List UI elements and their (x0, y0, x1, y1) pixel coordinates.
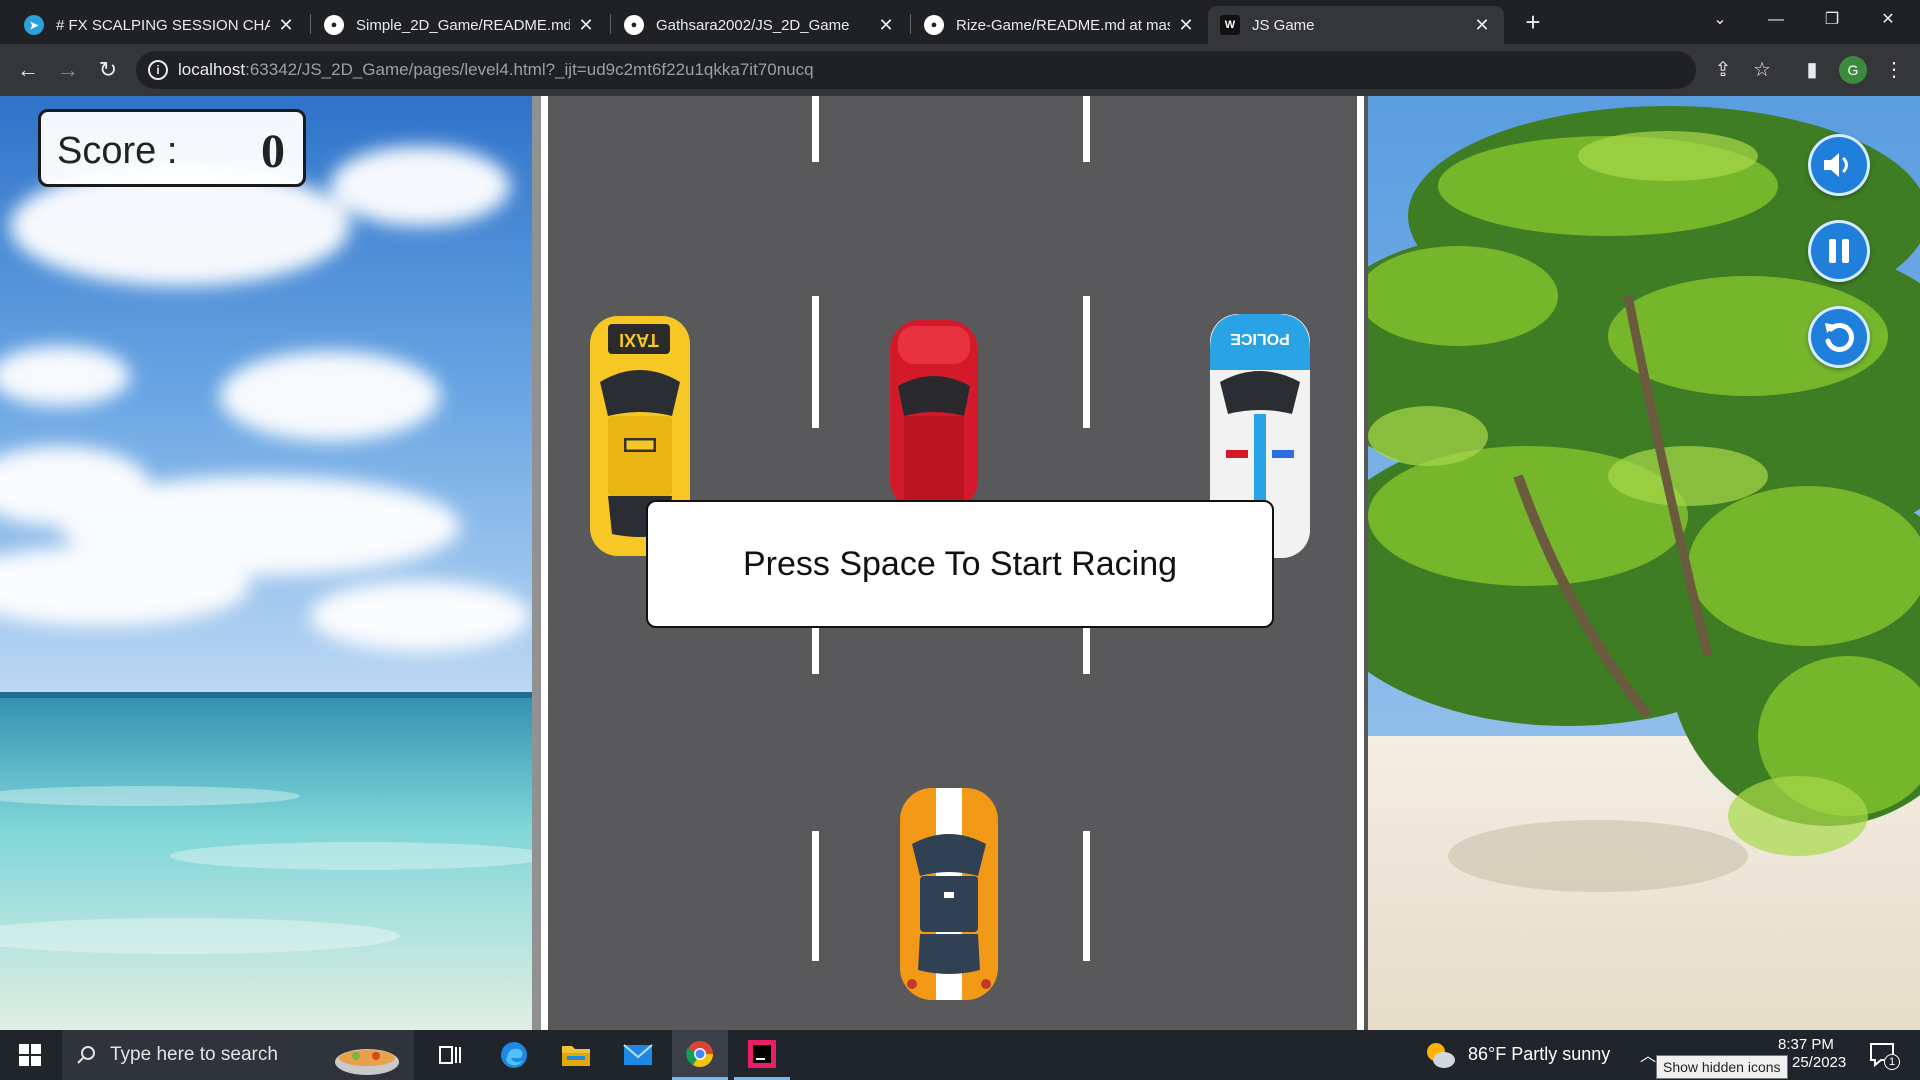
side-panel-icon[interactable]: ▮ (1798, 56, 1826, 84)
score-panel: Score : 0 (38, 109, 306, 187)
tab-title: Rize-Game/README.md at mast (956, 16, 1170, 34)
back-button[interactable]: ← (14, 56, 42, 84)
clock-time: 8:37 PM (1778, 1036, 1834, 1053)
game-viewport: TAXI POLICE Score: 0 Press Space To Sta… (0, 96, 1920, 1030)
pause-icon (1829, 239, 1849, 263)
red-car (890, 320, 978, 510)
mail-button[interactable] (610, 1030, 666, 1080)
bookmark-star-icon[interactable]: ☆ (1748, 56, 1776, 84)
screen: ➤ # FX SCALPING SESSION CHAT ✕ ● Simple_… (0, 0, 1920, 1080)
score-label: Score : (57, 130, 178, 172)
tab-title: Simple_2D_Game/README.md a (356, 16, 570, 34)
restart-button[interactable] (1808, 306, 1870, 368)
new-tab-button[interactable]: + (1519, 8, 1547, 36)
edge-icon (501, 1042, 527, 1068)
beach-left-background (0, 96, 532, 1030)
chrome-taskbar-button[interactable] (672, 1030, 728, 1080)
browser-tabstrip: ➤ # FX SCALPING SESSION CHAT ✕ ● Simple_… (0, 0, 1920, 44)
webstorm-taskbar-button[interactable] (734, 1030, 790, 1080)
tab-js-game[interactable]: W JS Game ✕ (1208, 6, 1504, 44)
close-tab-icon[interactable]: ✕ (276, 15, 296, 36)
notification-badge: 1 (1884, 1054, 1900, 1070)
mail-icon (623, 1044, 653, 1065)
start-message: Press Space To Start Racing (646, 500, 1274, 628)
github-icon: ● (324, 15, 344, 35)
notification-center-button[interactable]: 1 (1868, 1040, 1900, 1070)
taxi-label: TAXI (619, 330, 659, 350)
url-path: :63342/JS_2D_Game/pages/level4.html?_ijt… (245, 60, 814, 79)
close-tab-icon[interactable]: ✕ (1176, 15, 1196, 36)
github-icon: ● (624, 15, 644, 35)
tab-rize-game[interactable]: ● Rize-Game/README.md at mast ✕ (912, 6, 1208, 44)
weather-icon (1427, 1043, 1455, 1068)
volume-icon (1824, 153, 1848, 177)
close-tab-icon[interactable]: ✕ (876, 15, 896, 36)
tab-title: # FX SCALPING SESSION CHAT (56, 16, 270, 34)
start-button[interactable] (2, 1030, 58, 1080)
task-view-button[interactable] (422, 1030, 478, 1080)
minimize-button[interactable]: — (1748, 0, 1804, 40)
chevron-up-icon[interactable]: ︿ (1640, 1042, 1656, 1066)
tab-fx-scalping[interactable]: ➤ # FX SCALPING SESSION CHAT ✕ (12, 6, 308, 44)
browser-toolbar: ← → ↻ i localhost:63342/JS_2D_Game/pages… (0, 44, 1920, 96)
taskbar: Type here to search 86°F Partly sunny ︿ … (0, 1030, 1920, 1080)
github-icon: ● (924, 15, 944, 35)
tab-simple-2d-game[interactable]: ● Simple_2D_Game/README.md a ✕ (312, 6, 608, 44)
close-window-button[interactable]: ✕ (1860, 0, 1916, 40)
webstorm-icon: W (1220, 15, 1240, 35)
search-highlight-icon (335, 1049, 399, 1075)
edge-taskbar-button[interactable] (486, 1030, 542, 1080)
file-explorer-button[interactable] (548, 1030, 604, 1080)
tab-js-2d-game-repo[interactable]: ● Gathsara2002/JS_2D_Game ✕ (612, 6, 908, 44)
task-view-icon (439, 1046, 461, 1064)
tab-search-icon[interactable]: ⌄ (1692, 0, 1748, 40)
tab-title: Gathsara2002/JS_2D_Game (656, 16, 850, 34)
profile-avatar[interactable]: G (1839, 56, 1867, 84)
telegram-icon: ➤ (24, 15, 44, 35)
restore-button[interactable]: ❐ (1804, 0, 1860, 40)
search-placeholder: Type here to search (110, 1044, 278, 1065)
close-tab-icon[interactable]: ✕ (576, 15, 596, 36)
hidden-icons-tooltip: Show hidden icons (1656, 1055, 1788, 1079)
site-info-icon[interactable]: i (148, 60, 168, 80)
close-tab-icon[interactable]: ✕ (1472, 15, 1492, 36)
weather-text[interactable]: 86°F Partly sunny (1468, 1044, 1610, 1065)
system-clock[interactable]: 8:37 PM (1778, 1034, 1834, 1055)
tab-separator (910, 14, 911, 34)
url-host: localhost (178, 60, 246, 79)
player-car (900, 788, 998, 1000)
search-icon (77, 1046, 95, 1064)
volume-button[interactable] (1808, 134, 1870, 196)
taskbar-search[interactable]: Type here to search (62, 1030, 414, 1080)
police-label: POLICE (1230, 330, 1290, 347)
folder-icon (562, 1046, 590, 1066)
forward-button[interactable]: → (54, 56, 82, 84)
tab-separator (610, 14, 611, 34)
clock-date: 25/2023 (1792, 1054, 1847, 1071)
webstorm-icon (748, 1039, 776, 1068)
tab-separator (310, 14, 311, 34)
tab-title: JS Game (1252, 16, 1315, 34)
url-text: localhost:63342/JS_2D_Game/pages/level4.… (178, 60, 814, 80)
share-icon[interactable]: ⇪ (1709, 56, 1737, 84)
pause-button[interactable] (1808, 220, 1870, 282)
address-bar[interactable]: i localhost:63342/JS_2D_Game/pages/level… (136, 51, 1696, 89)
reload-button[interactable]: ↻ (94, 56, 122, 84)
score-value: 0 (261, 125, 285, 178)
windows-icon (19, 1044, 41, 1066)
restart-icon (1825, 323, 1854, 352)
chrome-icon (686, 1040, 714, 1067)
menu-icon[interactable]: ⋮ (1880, 56, 1908, 84)
